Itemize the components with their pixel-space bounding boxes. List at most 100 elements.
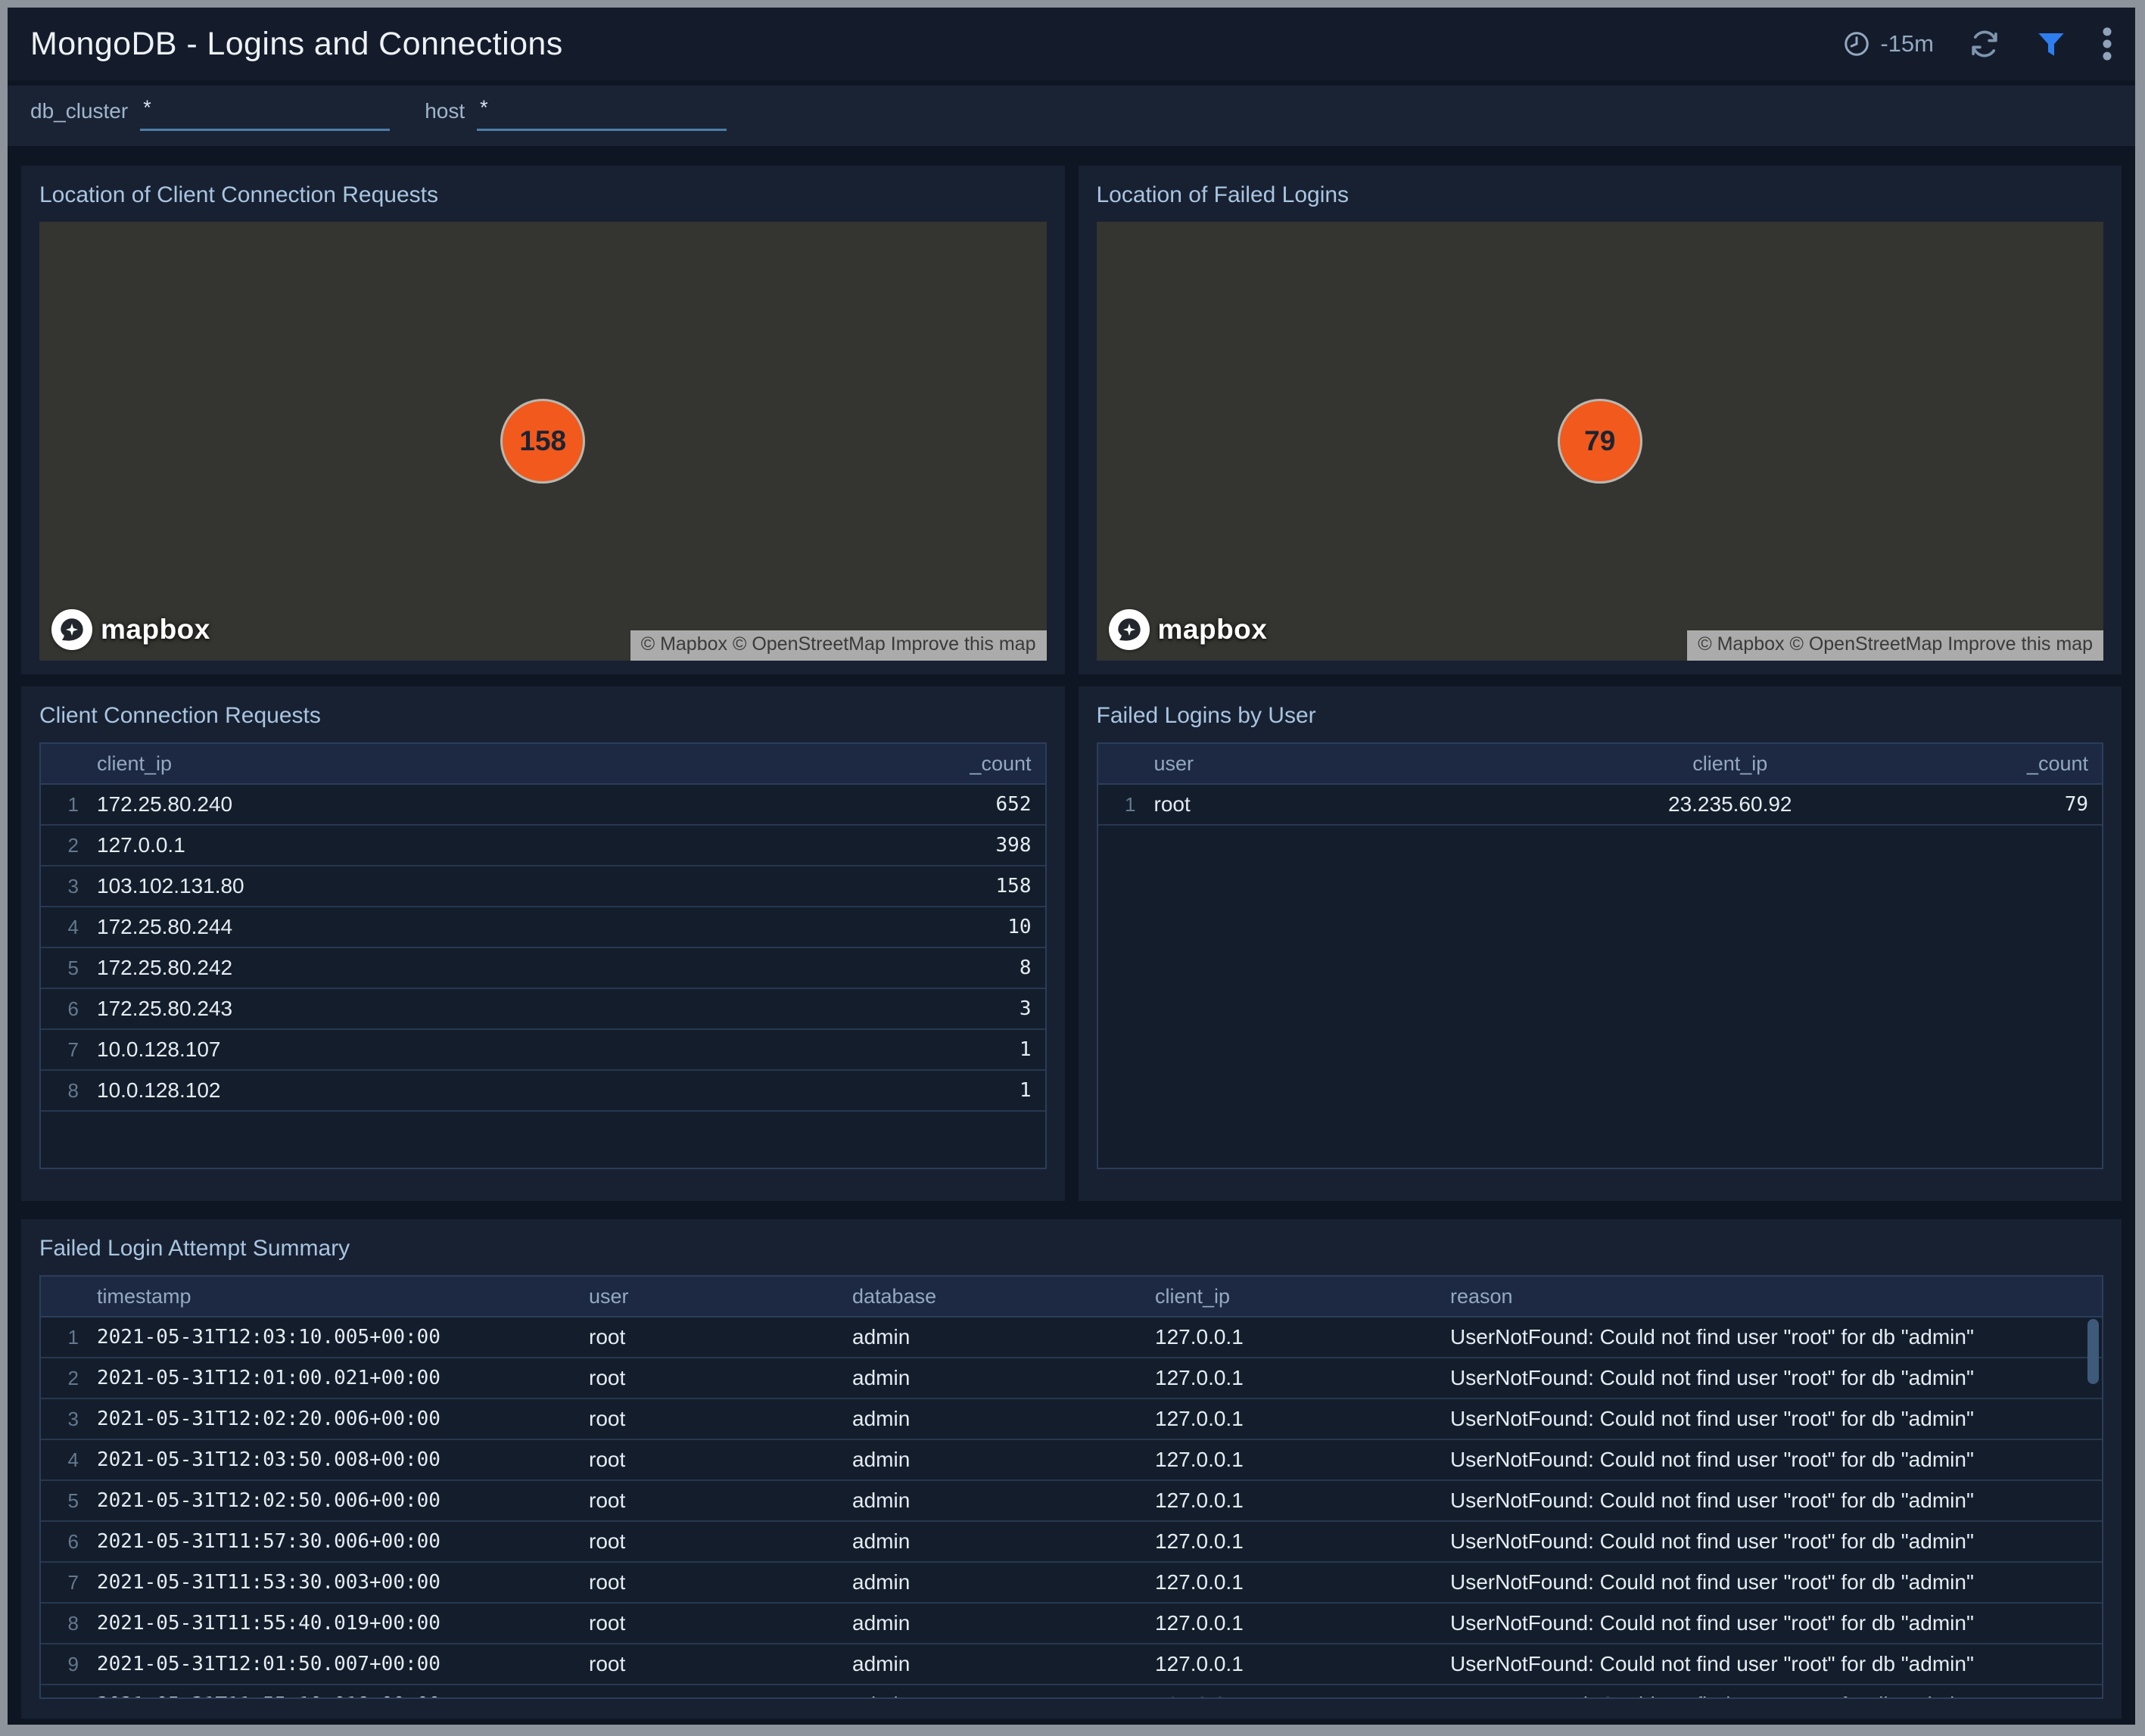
cell-reason: UserNotFound: Could not find user "root"… <box>1450 1489 2102 1513</box>
refresh-button[interactable] <box>1969 28 2000 60</box>
row-number: 2 <box>41 1367 89 1390</box>
cell-timestamp: 2021-05-31T12:02:50.006+00:00 <box>89 1489 589 1512</box>
cell-count: 10 <box>879 916 1045 938</box>
table-header-row: user client_ip _count <box>1098 744 2103 785</box>
cell-client-ip: 127.0.0.1 <box>1155 1529 1450 1554</box>
time-range-control[interactable]: -15m <box>1843 30 1934 58</box>
row-number: 5 <box>41 1489 89 1513</box>
row-number: 1 <box>1098 793 1147 817</box>
column-header-reason: reason <box>1450 1285 2102 1308</box>
column-header-timestamp: timestamp <box>89 1285 589 1308</box>
column-header-database: database <box>852 1285 1155 1308</box>
column-header-client-ip: client_ip <box>1155 1285 1450 1308</box>
db-cluster-label: db_cluster <box>30 95 128 123</box>
cell-timestamp: 2021-05-31T11:57:30.006+00:00 <box>89 1530 589 1553</box>
panel-title: Location of Client Connection Requests <box>39 182 1047 208</box>
map-cluster-marker[interactable]: 158 <box>500 399 585 484</box>
cell-database: admin <box>852 1366 1155 1390</box>
row-number: 1 <box>41 793 89 817</box>
failed-login-summary-table: timestamp user database client_ip reason… <box>39 1275 2103 1699</box>
panel-title: Location of Failed Logins <box>1097 182 2104 208</box>
cell-user: root <box>589 1407 852 1431</box>
cell-client-ip: 127.0.0.1 <box>1155 1325 1450 1349</box>
cell-timestamp: 2021-05-31T12:03:10.005+00:00 <box>89 1326 589 1349</box>
filter-button[interactable] <box>2035 28 2067 60</box>
filter-host: host <box>425 95 727 131</box>
dashboard-frame: MongoDB - Logins and Connections -15m <box>0 0 2145 1736</box>
cell-client-ip: 172.25.80.243 <box>89 997 879 1021</box>
row-number: 4 <box>41 916 89 939</box>
cell-reason: UserNotFound: Could not find user "root"… <box>1450 1366 2102 1390</box>
failed-logins-map-canvas[interactable]: 79 mapbox © Mapbox © OpenStreetMap Impro… <box>1097 222 2104 661</box>
table-row: 6 172.25.80.243 3 <box>41 989 1045 1030</box>
cell-database: admin <box>852 1652 1155 1676</box>
cell-user: root <box>589 1448 852 1472</box>
cell-count: 158 <box>879 875 1045 898</box>
cell-timestamp: 2021-05-31T11:53:30.003+00:00 <box>89 1571 589 1594</box>
cell-client-ip: 172.25.80.240 <box>89 792 879 817</box>
clock-icon <box>1843 30 1870 58</box>
table-row: 2 2021-05-31T12:01:00.021+00:00 root adm… <box>41 1358 2102 1399</box>
column-header-user: user <box>1147 752 1525 776</box>
cell-client-ip: 10.0.128.102 <box>89 1078 879 1103</box>
row-number: 3 <box>41 1408 89 1431</box>
summary-scrollbar-thumb[interactable] <box>2087 1319 2099 1384</box>
page-title: MongoDB - Logins and Connections <box>30 26 563 63</box>
cell-client-ip: 103.102.131.80 <box>89 874 879 898</box>
db-cluster-input[interactable] <box>140 95 390 131</box>
cell-count: 398 <box>879 834 1045 857</box>
cell-count: 1 <box>879 1038 1045 1061</box>
row-number: 7 <box>41 1038 89 1062</box>
cell-client-ip: 127.0.0.1 <box>89 833 879 857</box>
header-controls: -15m <box>1843 26 2112 61</box>
cell-timestamp: 2021-05-31T12:01:00.021+00:00 <box>89 1367 589 1389</box>
panel-title: Client Connection Requests <box>39 703 1047 729</box>
host-input[interactable] <box>477 95 727 131</box>
panel-title: Failed Logins by User <box>1097 703 2104 729</box>
cell-user: root <box>589 1529 852 1554</box>
cell-user: root <box>1147 792 1525 817</box>
row-number: 8 <box>41 1612 89 1635</box>
failed-logins-by-user-table: user client_ip _count 1 root 23.235.60.9… <box>1097 742 2104 1169</box>
cell-reason: UserNotFound: Could not find user "root"… <box>1450 1611 2102 1635</box>
column-header-client-ip: client_ip <box>1525 752 1936 776</box>
dashboard-header: MongoDB - Logins and Connections -15m <box>8 8 2135 80</box>
cell-client-ip: 172.25.80.244 <box>89 915 879 939</box>
row-number: 7 <box>41 1571 89 1594</box>
mapbox-logo-link[interactable]: mapbox <box>51 609 210 650</box>
cell-client-ip: 127.0.0.1 <box>1155 1366 1450 1390</box>
row-number: 10 <box>41 1694 89 1700</box>
map-attribution[interactable]: © Mapbox © OpenStreetMap Improve this ma… <box>630 630 1047 661</box>
row-number: 9 <box>41 1653 89 1676</box>
mapbox-logo-link[interactable]: mapbox <box>1109 609 1268 650</box>
cell-database: admin <box>852 1489 1155 1513</box>
row-number: 6 <box>41 997 89 1021</box>
cell-reason: UserNotFound: Could not find user "root"… <box>1450 1529 2102 1554</box>
panel-failed-login-summary: Failed Login Attempt Summary timestamp u… <box>21 1219 2122 1719</box>
row-number: 1 <box>41 1326 89 1349</box>
refresh-icon <box>1969 28 2000 60</box>
filter-icon <box>2035 28 2067 60</box>
map-attribution[interactable]: © Mapbox © OpenStreetMap Improve this ma… <box>1687 630 2103 661</box>
cell-database: admin <box>852 1325 1155 1349</box>
table-header-row: client_ip _count <box>41 744 1045 785</box>
cell-client-ip: 127.0.0.1 <box>1155 1570 1450 1594</box>
table-row: 3 103.102.131.80 158 <box>41 866 1045 907</box>
row-number: 4 <box>41 1448 89 1472</box>
cell-client-ip: 172.25.80.242 <box>89 956 879 980</box>
table-row: 5 172.25.80.242 8 <box>41 948 1045 989</box>
row-number: 8 <box>41 1079 89 1103</box>
cell-client-ip: 127.0.0.1 <box>1155 1652 1450 1676</box>
cell-timestamp: 2021-05-31T12:02:20.006+00:00 <box>89 1408 589 1430</box>
row-number: 3 <box>41 875 89 898</box>
cell-reason: UserNotFound: Could not find user "root"… <box>1450 1407 2102 1431</box>
connections-map-canvas[interactable]: 158 mapbox © Mapbox © OpenStreetMap Impr… <box>39 222 1047 661</box>
cell-count: 1 <box>879 1079 1045 1102</box>
cell-count: 79 <box>1935 793 2102 816</box>
more-menu-button[interactable] <box>2102 26 2112 61</box>
summary-scrollbar-track[interactable] <box>2087 1319 2100 1694</box>
cell-count: 652 <box>879 793 1045 816</box>
map-cluster-marker[interactable]: 79 <box>1558 399 1642 484</box>
cell-timestamp: 2021-05-31T11:55:40.019+00:00 <box>89 1612 589 1635</box>
table-row: 10 2021-05-31T11:55:10.018+00:00 root ad… <box>41 1685 2102 1699</box>
